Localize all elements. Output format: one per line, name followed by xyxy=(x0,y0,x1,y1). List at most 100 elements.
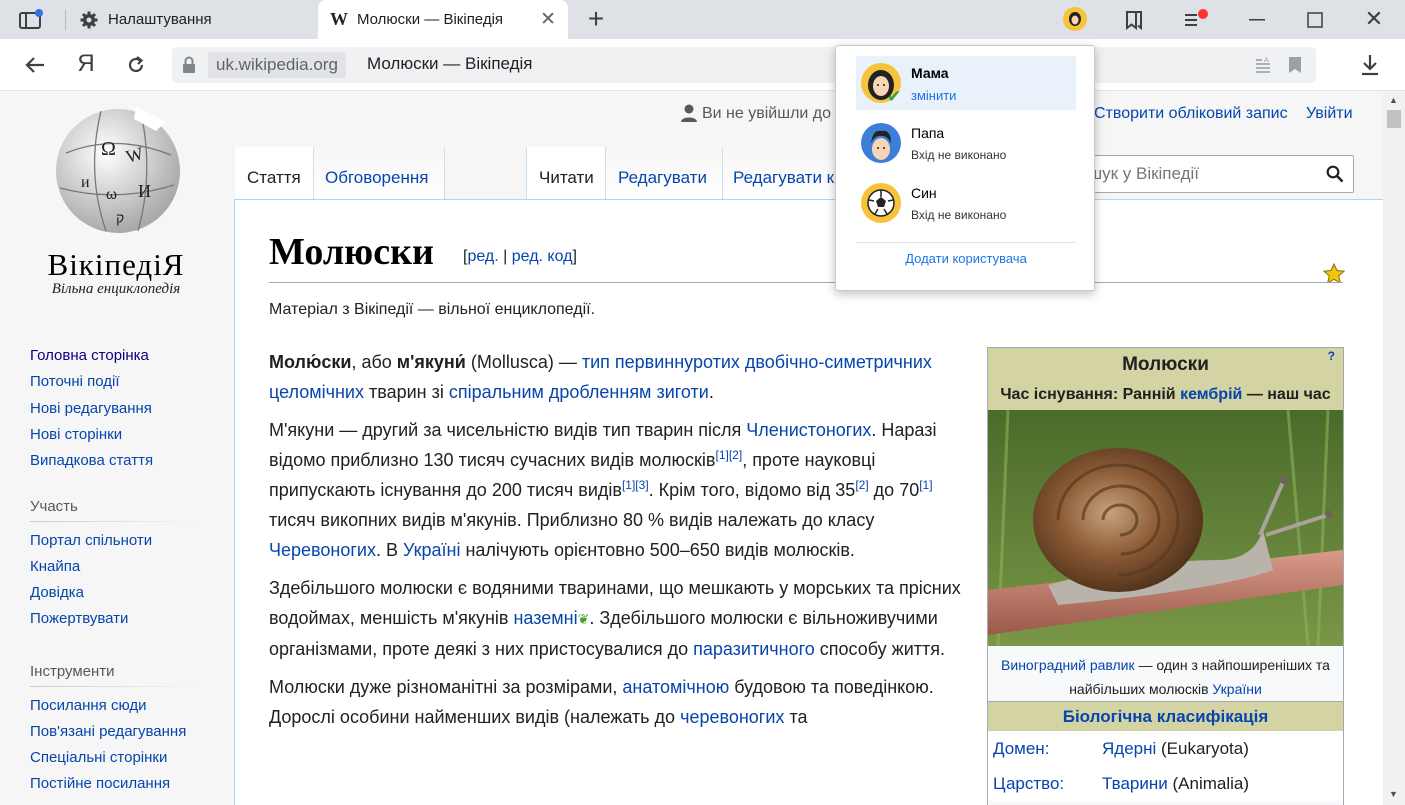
infobox-help-link[interactable]: ? xyxy=(1328,349,1335,363)
page-scrollbar[interactable]: ▲ ▼ xyxy=(1383,91,1405,805)
edit-code-link[interactable]: ред. код xyxy=(512,248,573,265)
infobox-title: Молюски ? xyxy=(988,348,1343,380)
sidebar-item-portal[interactable]: Портал спільноти xyxy=(30,532,152,549)
scroll-down-icon[interactable]: ▼ xyxy=(1389,789,1398,799)
search-icon[interactable] xyxy=(1326,165,1344,188)
tabs-panel-icon[interactable] xyxy=(17,8,45,32)
classification-heading[interactable]: Біологічна класифікація xyxy=(988,701,1343,731)
tab-read[interactable]: Читати xyxy=(526,147,606,199)
menu-icon[interactable] xyxy=(1180,6,1210,34)
caption-ukraine-link[interactable]: України xyxy=(1212,681,1261,697)
close-tab-icon[interactable]: ✕ xyxy=(540,8,556,31)
minimize-icon[interactable] xyxy=(1245,8,1269,32)
profile-status: Вхід не виконано xyxy=(911,208,1007,222)
taxon-key[interactable]: Царство: xyxy=(993,766,1064,801)
lock-icon[interactable] xyxy=(182,56,196,79)
infobox: Молюски ? Час існування: Ранній кембрій … xyxy=(987,347,1344,805)
svg-text:ק: ק xyxy=(116,210,124,226)
link-ukraine[interactable]: Україні xyxy=(403,540,460,560)
link-parasitic[interactable]: паразитичного xyxy=(693,639,815,659)
scroll-up-icon[interactable]: ▲ xyxy=(1389,95,1398,105)
yandex-button[interactable]: Я xyxy=(73,50,99,78)
tab-read-label: Читати xyxy=(539,168,594,187)
bookmark-icon[interactable] xyxy=(1288,56,1302,79)
user-icon xyxy=(681,104,697,127)
add-user-button[interactable]: Додати користувача xyxy=(836,251,1096,266)
caption-snail-link[interactable]: Виноградний равлик xyxy=(1001,657,1135,673)
tab-edit[interactable]: Редагувати xyxy=(606,147,723,199)
time-label: Час існування: Ранній xyxy=(1000,386,1176,403)
link-arthropods[interactable]: Членистоногих xyxy=(746,420,871,440)
article-content: Молюски [ред. | ред. код] Матеріал з Вік… xyxy=(234,199,1383,805)
address-bar[interactable]: uk.wikipedia.org Молюски — Вікіпедія A xyxy=(172,47,1316,83)
check-icon: ✔ xyxy=(887,87,902,106)
close-window-icon[interactable]: ✕ xyxy=(1361,6,1387,32)
wikipedia-logo[interactable]: Ω W и И ω ק ВікіпедіЯ Вільна енциклопеді… xyxy=(36,103,196,298)
wikipedia-page: Ω W и И ω ק ВікіпедіЯ Вільна енциклопеді… xyxy=(0,91,1383,805)
taxon-key[interactable]: Домен: xyxy=(993,731,1049,766)
wikipedia-wordmark: ВікіпедіЯ xyxy=(47,247,185,282)
tab-edit-label: Редагувати xyxy=(618,168,707,187)
tab-settings[interactable]: Налаштування xyxy=(68,0,316,39)
taxon-row-domain: Домен: Ядерні (Eukaryota) xyxy=(988,731,1343,766)
taxon-row-kingdom: Царство: Тварини (Animalia) xyxy=(988,766,1343,801)
sidebar-item-permalink[interactable]: Постійне посилання xyxy=(30,775,170,792)
soccer-ball-icon xyxy=(861,183,901,223)
taxon-link[interactable]: Тварини xyxy=(1102,774,1168,793)
infobox-title-text: Молюски xyxy=(1122,354,1209,375)
featured-star-icon[interactable] xyxy=(1322,262,1346,288)
collections-icon[interactable] xyxy=(1120,6,1148,34)
search-input[interactable]: ошук у Вікіпедії xyxy=(1070,155,1354,193)
tab-talk[interactable]: Обговорення xyxy=(314,147,445,199)
time-end: — наш час xyxy=(1246,386,1331,403)
tab-edit-source[interactable]: Редагувати к xyxy=(723,147,838,199)
profile-avatar-button[interactable] xyxy=(1063,7,1087,31)
download-icon[interactable] xyxy=(1357,52,1383,78)
link-gastropods-2[interactable]: черевоногих xyxy=(680,707,784,727)
wikipedia-tagline: Вільна енциклопедія xyxy=(51,281,181,297)
edit-link[interactable]: ред. xyxy=(467,248,498,265)
sidebar-heading-tools: Інструменти xyxy=(30,663,115,680)
sidebar-item-random[interactable]: Випадкова стаття xyxy=(30,452,153,469)
svg-text:И: И xyxy=(138,181,151,201)
sidebar-item-recent-changes[interactable]: Нові редагування xyxy=(30,400,152,417)
reload-icon[interactable] xyxy=(123,52,149,78)
sidebar-item-main-page[interactable]: Головна сторінка xyxy=(30,347,149,364)
profile-item-papa[interactable]: Папа Вхід не виконано xyxy=(856,116,1076,170)
sidebar-item-new-pages[interactable]: Нові сторінки xyxy=(30,426,122,443)
sidebar-item-special-pages[interactable]: Спеціальні сторінки xyxy=(30,749,167,766)
back-arrow-icon[interactable] xyxy=(22,52,48,78)
sidebar-item-related-changes[interactable]: Пов'язані редагування xyxy=(30,723,186,740)
paragraph-4: Молюски дуже різноманітні за розмірами, … xyxy=(269,677,934,727)
link-anatomical[interactable]: анатомічною xyxy=(622,677,729,697)
profile-item-son[interactable]: Син Вхід не виконано xyxy=(856,176,1076,230)
reader-mode-icon[interactable]: A xyxy=(1254,56,1272,79)
new-tab-icon[interactable]: + xyxy=(583,3,609,34)
profile-item-mama[interactable]: ✔ Мама змінити xyxy=(856,56,1076,110)
not-logged-in-text: Ви не увійшли до xyxy=(702,105,832,122)
sidebar-item-what-links-here[interactable]: Посилання сюди xyxy=(30,697,147,714)
tab-article[interactable]: Стаття xyxy=(235,147,314,199)
sidebar-item-help[interactable]: Довідка xyxy=(30,584,84,601)
profile-name: Мама xyxy=(911,65,949,81)
scrollbar-thumb[interactable] xyxy=(1387,110,1401,128)
switch-link[interactable]: змінити xyxy=(911,88,956,103)
page-title: Молюски xyxy=(269,231,434,273)
sidebar-item-current-events[interactable]: Поточні події xyxy=(30,373,120,390)
link-spiral[interactable]: спіральним дробленням зиготи xyxy=(449,382,709,402)
tab-wikipedia[interactable]: W Молюски — Вікіпедія ✕ xyxy=(318,0,568,39)
sidebar-heading-participation: Участь xyxy=(30,498,78,515)
sidebar-item-donate[interactable]: Пожертвувати xyxy=(30,610,128,627)
maximize-icon[interactable] xyxy=(1303,8,1327,32)
gear-icon xyxy=(80,11,98,29)
login-link[interactable]: Увійти xyxy=(1306,105,1353,123)
link-terrestrial[interactable]: наземні xyxy=(513,608,577,628)
link-gastropods[interactable]: Черевоногих xyxy=(269,540,376,560)
taxon-link[interactable]: Ядерні xyxy=(1102,739,1156,758)
cambrian-link[interactable]: кембрій xyxy=(1180,386,1242,403)
paragraph-2: М'якуни — другий за чисельністю видів ти… xyxy=(269,420,937,560)
sidebar-item-pub[interactable]: Кнайпа xyxy=(30,558,80,575)
tab-wikipedia-title: Молюски — Вікіпедія xyxy=(357,11,504,28)
snail-image[interactable] xyxy=(988,409,1343,647)
create-account-link[interactable]: Створити обліковий запис xyxy=(1094,105,1288,123)
